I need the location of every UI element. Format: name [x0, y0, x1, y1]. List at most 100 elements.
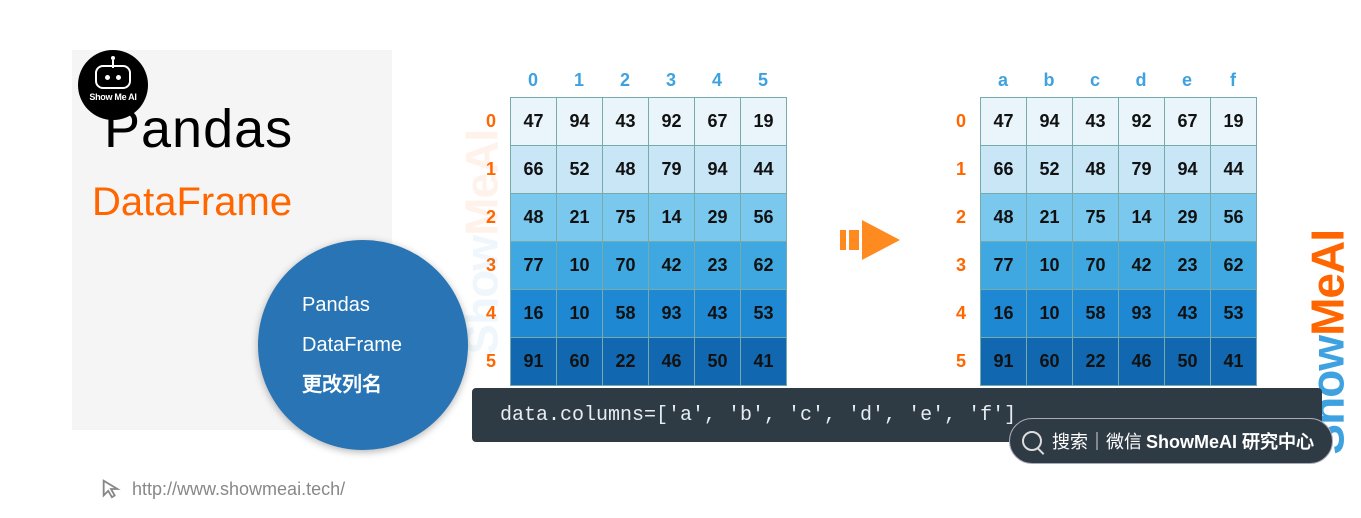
table-cell: 91	[511, 338, 557, 386]
table-cell: 14	[649, 194, 695, 242]
table-cell: 70	[603, 242, 649, 290]
table-cell: 48	[603, 146, 649, 194]
col-header: f	[1210, 70, 1256, 91]
table-cell: 79	[649, 146, 695, 194]
search-box[interactable]: 搜索｜微信 ShowMeAI 研究中心	[1009, 418, 1333, 464]
table-cell: 52	[557, 146, 603, 194]
table-cell: 94	[557, 98, 603, 146]
column-headers-after: abcdef	[980, 70, 1257, 91]
col-header: 0	[510, 70, 556, 91]
table-cell: 43	[695, 290, 741, 338]
table-cell: 58	[603, 290, 649, 338]
table-cell: 44	[1211, 146, 1257, 194]
title-pandas: Pandas	[104, 98, 293, 160]
table-cell: 14	[1119, 194, 1165, 242]
table-cell: 92	[649, 98, 695, 146]
table-cell: 53	[1211, 290, 1257, 338]
table-cell: 66	[511, 146, 557, 194]
row-headers-after: 012345	[942, 97, 980, 386]
table-cell: 94	[1165, 146, 1211, 194]
topic-circle: Pandas DataFrame 更改列名	[258, 240, 468, 450]
table-cell: 22	[1073, 338, 1119, 386]
table-cell: 67	[1165, 98, 1211, 146]
col-header: 1	[556, 70, 602, 91]
column-headers-before: 012345	[510, 70, 787, 91]
table-cell: 19	[1211, 98, 1257, 146]
cursor-icon	[100, 478, 122, 500]
col-header: d	[1118, 70, 1164, 91]
table-cell: 10	[1027, 290, 1073, 338]
table-cell: 91	[981, 338, 1027, 386]
table-cell: 50	[695, 338, 741, 386]
row-header: 2	[942, 193, 980, 241]
col-header: a	[980, 70, 1026, 91]
col-header: b	[1026, 70, 1072, 91]
row-header: 0	[942, 97, 980, 145]
table-cell: 10	[1027, 242, 1073, 290]
table-cell: 21	[1027, 194, 1073, 242]
table-cell: 62	[741, 242, 787, 290]
row-header: 5	[942, 337, 980, 385]
col-header: 3	[648, 70, 694, 91]
table-cell: 10	[557, 242, 603, 290]
table-cell: 67	[695, 98, 741, 146]
table-cell: 19	[741, 98, 787, 146]
search-strong: ShowMeAI 研究中心	[1146, 428, 1314, 454]
table-cell: 50	[1165, 338, 1211, 386]
circle-line3: 更改列名	[302, 365, 468, 405]
circle-line1: Pandas	[302, 285, 468, 325]
arrow-right-icon	[840, 210, 916, 270]
col-header: 2	[602, 70, 648, 91]
col-header: 4	[694, 70, 740, 91]
table-cell: 56	[741, 194, 787, 242]
table-cell: 94	[1027, 98, 1073, 146]
table-cell: 10	[557, 290, 603, 338]
table-cell: 58	[1073, 290, 1119, 338]
table-cell: 16	[511, 290, 557, 338]
table-cell: 79	[1119, 146, 1165, 194]
table-cell: 62	[1211, 242, 1257, 290]
title-dataframe: DataFrame	[92, 180, 292, 225]
table-cell: 56	[1211, 194, 1257, 242]
table-cell: 44	[741, 146, 787, 194]
url-line[interactable]: http://www.showmeai.tech/	[100, 478, 345, 500]
table-cell: 43	[1073, 98, 1119, 146]
dataframe-before: 012345 012345 47944392671966524879944448…	[472, 70, 787, 386]
table-cell: 43	[1165, 290, 1211, 338]
table-cell: 60	[1027, 338, 1073, 386]
table-cell: 48	[1073, 146, 1119, 194]
table-cell: 29	[695, 194, 741, 242]
table-cell: 75	[603, 194, 649, 242]
col-header: e	[1164, 70, 1210, 91]
table-cell: 16	[981, 290, 1027, 338]
table-cell: 47	[511, 98, 557, 146]
robot-icon	[95, 65, 131, 89]
table-cell: 53	[741, 290, 787, 338]
code-text: data.columns=['a', 'b', 'c', 'd', 'e', '…	[500, 404, 1016, 427]
table-cell: 46	[649, 338, 695, 386]
row-header: 1	[942, 145, 980, 193]
table-cell: 92	[1119, 98, 1165, 146]
table-cell: 70	[1073, 242, 1119, 290]
table-cell: 47	[981, 98, 1027, 146]
search-icon	[1022, 431, 1042, 451]
dataframe-after: abcdef 012345 47944392671966524879944448…	[942, 70, 1257, 386]
table-cell: 77	[981, 242, 1027, 290]
table-cell: 41	[1211, 338, 1257, 386]
table-cell: 23	[1165, 242, 1211, 290]
table-cell: 41	[741, 338, 787, 386]
circle-line2: DataFrame	[302, 325, 468, 365]
grid-before: 4794439267196652487994444821751429567710…	[510, 97, 787, 386]
table-cell: 29	[1165, 194, 1211, 242]
row-header: 4	[942, 289, 980, 337]
table-cell: 48	[981, 194, 1027, 242]
url-text: http://www.showmeai.tech/	[132, 479, 345, 500]
table-cell: 48	[511, 194, 557, 242]
table-cell: 21	[557, 194, 603, 242]
table-cell: 93	[1119, 290, 1165, 338]
table-cell: 94	[695, 146, 741, 194]
table-cell: 42	[649, 242, 695, 290]
table-cell: 52	[1027, 146, 1073, 194]
table-cell: 23	[695, 242, 741, 290]
table-cell: 42	[1119, 242, 1165, 290]
